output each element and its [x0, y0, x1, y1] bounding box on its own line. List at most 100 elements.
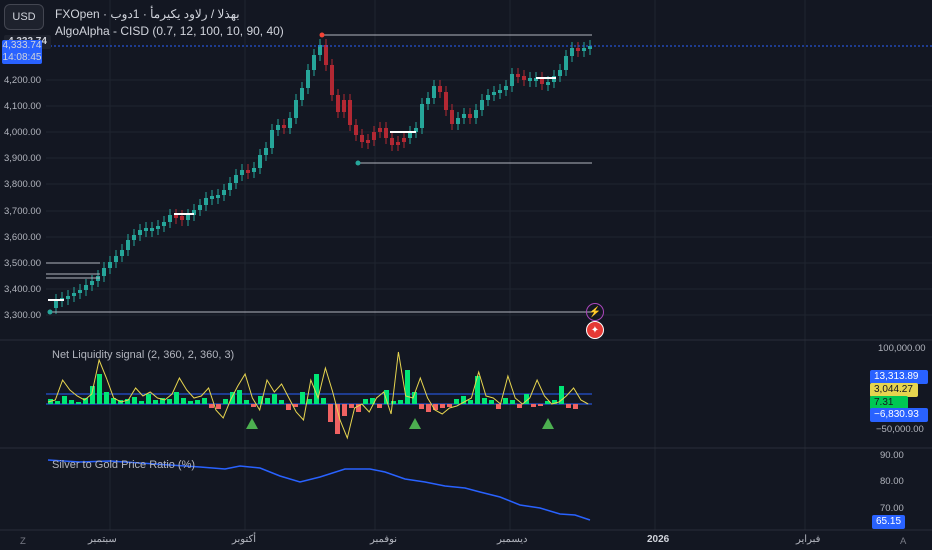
liquidity-title[interactable]: Net Liquidity signal (2, 360, 2, 360, 3): [52, 349, 234, 361]
price-axis-label: 3,400.00: [4, 284, 41, 295]
candle-body: [246, 170, 250, 173]
candle-body: [516, 74, 520, 77]
liq-bar: [202, 398, 207, 404]
candle-body: [546, 82, 550, 85]
candle-body: [366, 140, 370, 143]
liq-bar: [167, 399, 172, 404]
candle-body: [144, 228, 148, 231]
candle-body: [138, 230, 142, 235]
liq-bar: [76, 402, 81, 404]
liq-bar: [475, 376, 480, 404]
candle-body: [324, 45, 328, 65]
candle-body: [348, 100, 352, 125]
candle-body: [450, 110, 454, 124]
z-icon[interactable]: Z: [20, 536, 26, 547]
month-label-oct: أكتوبر: [232, 534, 257, 545]
candle-body: [114, 256, 118, 262]
candle-body: [300, 88, 304, 100]
candle-body: [558, 70, 562, 76]
price-axis-label: 3,500.00: [4, 258, 41, 269]
candle-body: [582, 48, 586, 51]
candle-body: [72, 293, 76, 296]
liq-bar: [489, 400, 494, 404]
currency-label: USD: [12, 11, 36, 23]
candle-body: [294, 100, 298, 118]
liquidity-tag-neg: −6,830.93: [870, 408, 928, 422]
candle-body: [186, 215, 190, 220]
candle-body: [474, 110, 478, 118]
liq-bar: [216, 404, 221, 409]
currency-button[interactable]: USD: [4, 4, 44, 30]
liq-bar: [69, 400, 74, 404]
candle-body: [480, 100, 484, 110]
candle-body: [360, 135, 364, 142]
live-price-badge[interactable]: 4,333.74 14:08:45: [2, 40, 42, 64]
candle-body: [120, 250, 124, 256]
candle-body: [84, 285, 88, 290]
price-axis-label: 4,000.00: [4, 127, 41, 138]
price-axis-label: 3,900.00: [4, 153, 41, 164]
symbol-title[interactable]: FXOpen · بهذلا / رلاود يكيرمأ · 1دوب: [55, 7, 240, 21]
liq-bar: [279, 400, 284, 404]
liq-bar: [433, 404, 438, 410]
lightning-icon[interactable]: ⚡: [586, 303, 604, 321]
candle-body: [432, 86, 436, 98]
candle-body: [426, 98, 430, 104]
candle-body: [258, 155, 262, 168]
candle-body: [210, 196, 214, 199]
liq-bar: [300, 392, 305, 404]
chart-window: USD 4,333.74 4,333.74 14:08:45 FXOpen · …: [0, 0, 932, 550]
countdown: 14:08:45: [2, 52, 42, 63]
indicator-title[interactable]: AlgoAlpha - CISD (0.7, 12, 100, 10, 90, …: [55, 24, 284, 38]
candle-body: [576, 48, 580, 51]
price-axis-label: 3,600.00: [4, 232, 41, 243]
price-axis-label: 4,200.00: [4, 75, 41, 86]
price-axis-label: 3,800.00: [4, 179, 41, 190]
liq-bar: [62, 396, 67, 404]
candle-body: [78, 290, 82, 293]
liq-bar: [391, 401, 396, 404]
liq-bar: [531, 404, 536, 407]
candle-body: [444, 92, 448, 110]
liq-bar: [195, 400, 200, 404]
candle-body: [492, 92, 496, 95]
liq-bar: [426, 404, 431, 412]
price-axis-label: 3,700.00: [4, 206, 41, 217]
candle-body: [174, 215, 178, 218]
candle-body: [66, 296, 70, 299]
liq-bar: [265, 398, 270, 404]
liq-bar: [377, 404, 382, 408]
candle-body: [216, 195, 220, 198]
ratio-axis-80: 80.00: [880, 476, 904, 487]
liquidity-tag-blue: 13,313.89: [870, 370, 928, 384]
liq-bar: [384, 390, 389, 404]
auto-scale-icon[interactable]: A: [900, 536, 906, 547]
candle-body: [102, 268, 106, 276]
candle-body: [462, 114, 466, 118]
ratio-value-tag: 65.15: [872, 515, 906, 529]
candle-body: [108, 262, 112, 268]
candle-body: [390, 138, 394, 145]
candle-body: [288, 118, 292, 128]
liq-bar: [468, 400, 473, 404]
us-flag-icon[interactable]: ✦: [586, 321, 604, 339]
candle-body: [528, 78, 532, 81]
ratio-title[interactable]: Silver to Gold Price Ratio (%): [52, 459, 195, 471]
liq-bar: [223, 399, 228, 404]
candle-body: [510, 74, 514, 86]
liquidity-tag-yellow: 3,044.27: [870, 383, 918, 397]
liq-bar: [510, 400, 515, 404]
candle-body: [498, 90, 502, 93]
liq-bar: [272, 394, 277, 404]
liq-bar: [146, 394, 151, 404]
liq-bar: [139, 401, 144, 404]
liq-bar: [55, 401, 60, 404]
liq-bar: [566, 404, 571, 408]
candle-body: [90, 281, 94, 285]
candle-body: [150, 228, 154, 231]
candle-body: [456, 118, 460, 124]
buy-signal-triangle: [246, 418, 258, 429]
month-label-feb: فبراير: [796, 534, 821, 545]
candle-body: [354, 125, 358, 135]
candle-body: [222, 190, 226, 195]
